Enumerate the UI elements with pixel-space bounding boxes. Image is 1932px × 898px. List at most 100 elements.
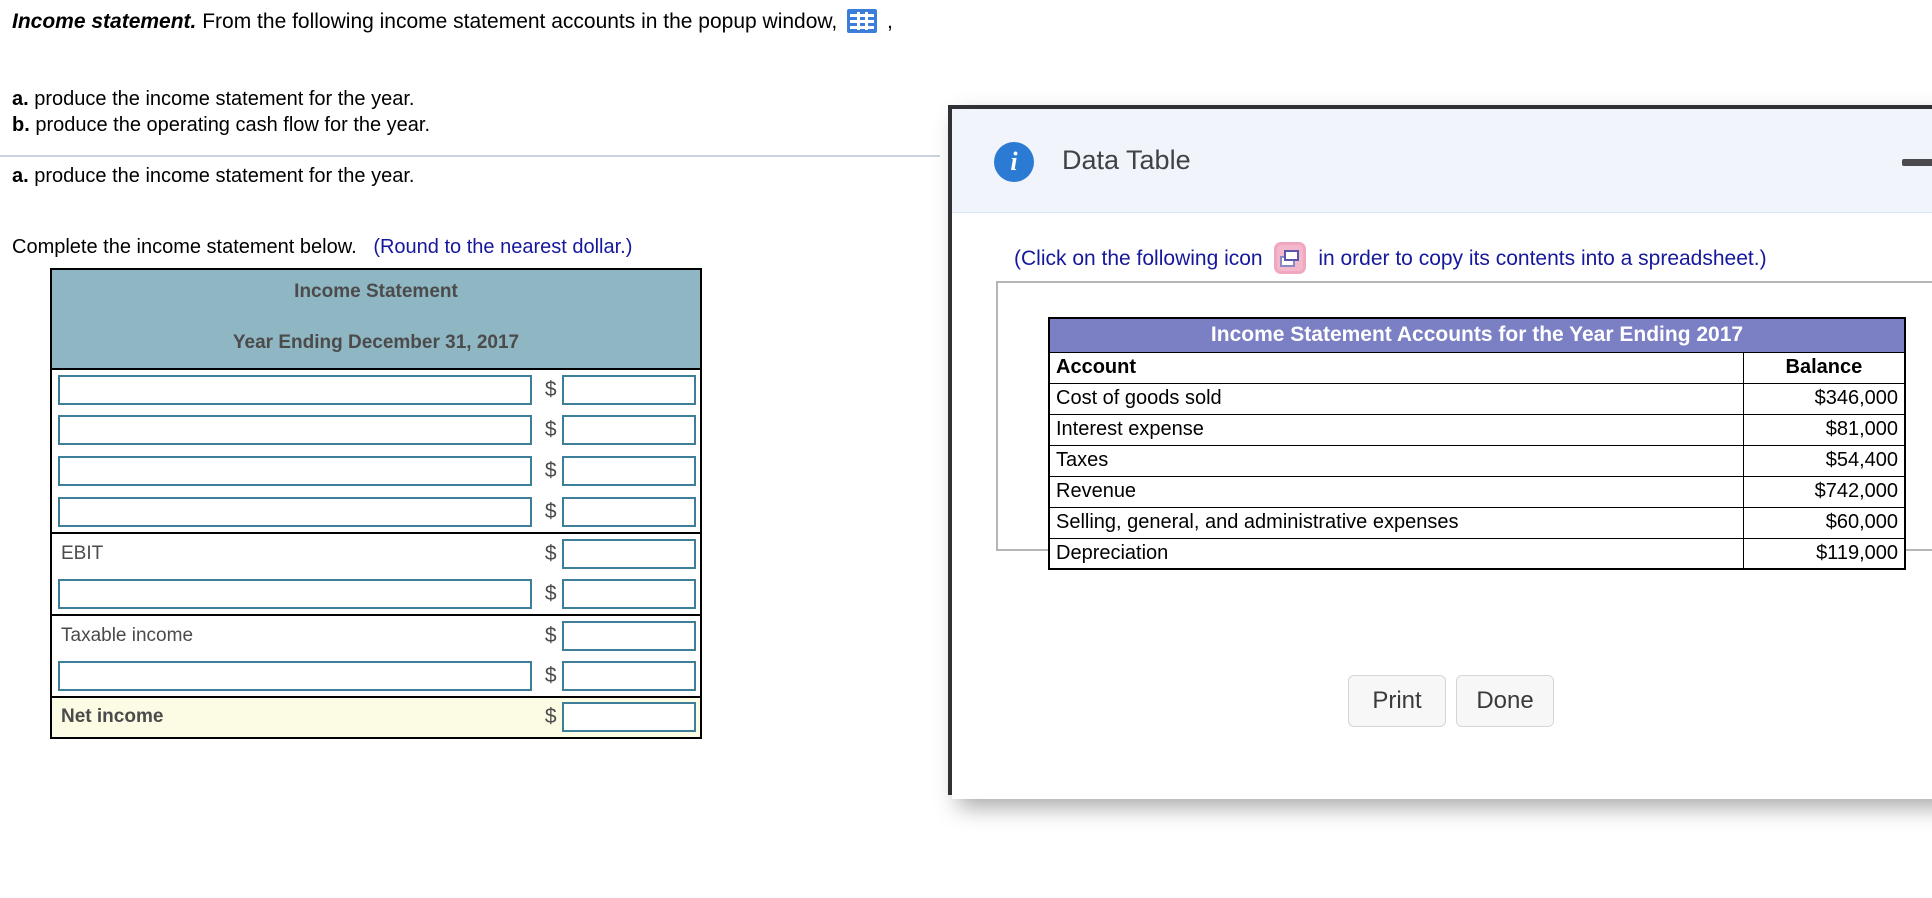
account-balance: $119,000 <box>1742 537 1906 570</box>
account-name: Revenue <box>1048 475 1744 508</box>
account-name: Interest expense <box>1048 413 1744 446</box>
active-part-text: produce the income statement for the yea… <box>34 165 415 187</box>
account-balance: $81,000 <box>1742 413 1906 446</box>
row-2-label-input[interactable] <box>58 415 532 446</box>
row-1-value-input[interactable] <box>561 374 696 405</box>
ebit-label: EBIT <box>61 542 104 564</box>
is-title-line2: Year Ending December 31, 2017 <box>232 331 520 353</box>
row-1-value-cell <box>561 369 701 410</box>
account-balance: $60,000 <box>1742 506 1906 539</box>
prompt-trailing-comma: , <box>886 10 893 33</box>
row-4-value-input[interactable] <box>561 496 696 527</box>
row-2-value-input[interactable] <box>561 415 696 446</box>
row-3-value-cell <box>561 451 701 492</box>
row-4-value-cell <box>561 491 701 534</box>
account-balance: $54,400 <box>1742 444 1906 477</box>
table-row: $ <box>51 655 701 698</box>
data-table-title-row: Income Statement Accounts for the Year E… <box>1048 317 1906 353</box>
problem-lead: Income statement. <box>12 10 197 33</box>
minimize-button[interactable] <box>1902 159 1932 166</box>
row-6-dollar: $ <box>539 573 562 616</box>
copy-to-spreadsheet-icon[interactable] <box>1274 242 1307 274</box>
dialog-header: i Data Table <box>952 109 1932 213</box>
data-table-dialog: i Data Table (Click on the following ico… <box>948 105 1932 799</box>
table-row: $ <box>51 451 701 492</box>
dialog-body: (Click on the following icon in order to… <box>952 213 1932 799</box>
row-3-label-input[interactable] <box>58 456 532 487</box>
table-row: $ <box>51 410 701 451</box>
ebit-value-cell <box>561 533 701 574</box>
table-row-ebit: EBIT $ <box>51 533 701 574</box>
row-6-label-input[interactable] <box>58 578 532 609</box>
row-8-dollar: $ <box>539 655 562 698</box>
row-8-value-input[interactable] <box>561 660 696 691</box>
problem-intro: From the following income statement acco… <box>202 10 838 33</box>
row-1-label-cell <box>51 369 540 410</box>
section-divider <box>0 155 940 157</box>
row-8-value-cell <box>561 655 701 698</box>
done-button[interactable]: Done <box>1456 675 1554 727</box>
net-income-value-input[interactable] <box>561 702 696 733</box>
net-income-label-cell: Net income <box>51 696 540 738</box>
part-b-text: produce the operating cash flow for the … <box>35 114 431 136</box>
table-row: $ <box>51 573 701 616</box>
account-name: Depreciation <box>1048 537 1744 570</box>
rounding-hint: (Round to the nearest dollar.) <box>373 236 633 258</box>
copy-note-after: in order to copy its contents into a spr… <box>1318 247 1767 270</box>
table-row: Selling, general, and administrative exp… <box>1048 506 1906 539</box>
complete-instruction: Complete the income statement below. (Ro… <box>12 236 632 259</box>
data-table-title: Income Statement Accounts for the Year E… <box>1048 317 1906 353</box>
account-name: Taxes <box>1048 444 1744 477</box>
table-row-taxable-income: Taxable income $ <box>51 615 701 656</box>
row-2-value-cell <box>561 410 701 451</box>
table-row-net-income: Net income $ <box>51 696 701 738</box>
income-statement-accounts-table: Income Statement Accounts for the Year E… <box>1048 317 1906 570</box>
account-balance: $346,000 <box>1742 382 1906 415</box>
row-3-dollar: $ <box>544 459 557 483</box>
taxable-income-dollar: $ <box>544 623 557 647</box>
row-4-label-input[interactable] <box>58 496 532 527</box>
row-2-label-cell <box>51 410 540 451</box>
row-4-dollar: $ <box>539 491 562 534</box>
row-1-label-input[interactable] <box>58 374 532 405</box>
taxable-income-label: Taxable income <box>61 624 194 646</box>
taxable-income-value-input[interactable] <box>561 620 696 651</box>
row-6-value-input[interactable] <box>561 578 696 609</box>
table-row: Cost of goods sold $346,000 <box>1048 382 1906 415</box>
row-8-label-input[interactable] <box>58 660 532 691</box>
data-table-header-row: Account Balance <box>1048 351 1906 384</box>
table-row: Depreciation $119,000 <box>1048 537 1906 570</box>
ebit-value-input[interactable] <box>561 538 696 569</box>
income-statement-title: Income Statement Year Ending December 31… <box>51 269 701 370</box>
copy-instruction: (Click on the following icon in order to… <box>1014 242 1767 274</box>
dialog-button-bar: Print Done <box>1348 675 1554 727</box>
active-part-a: a. produce the income statement for the … <box>12 165 414 188</box>
copy-note-before: (Click on the following icon <box>1014 247 1263 270</box>
row-3-label-cell <box>51 451 540 492</box>
info-icon: i <box>994 142 1034 182</box>
print-button[interactable]: Print <box>1348 675 1446 727</box>
table-row: $ <box>51 369 701 410</box>
net-income-value-cell <box>561 696 701 738</box>
account-name: Selling, general, and administrative exp… <box>1048 506 1744 539</box>
screen: Income statement. From the following inc… <box>0 0 1932 898</box>
row-3-value-input[interactable] <box>561 456 696 487</box>
taxable-income-value-cell <box>561 615 701 656</box>
dialog-title: Data Table <box>1062 145 1191 175</box>
part-a-marker: a. <box>12 88 29 110</box>
ebit-label-cell: EBIT <box>51 533 540 574</box>
table-row: Revenue $742,000 <box>1048 475 1906 508</box>
active-part-marker: a. <box>12 165 29 187</box>
account-name: Cost of goods sold <box>1048 382 1744 415</box>
table-row: Interest expense $81,000 <box>1048 413 1906 446</box>
row-1-dollar: $ <box>544 377 557 401</box>
row-2-dollar: $ <box>544 418 557 442</box>
income-statement-form: Income Statement Year Ending December 31… <box>50 268 702 739</box>
row-4-label-cell <box>51 491 540 534</box>
row-8-label-cell <box>51 655 540 698</box>
net-income-dollar: $ <box>539 696 562 738</box>
grid-table-icon[interactable] <box>847 9 878 33</box>
account-balance: $742,000 <box>1742 475 1906 508</box>
ebit-dollar: $ <box>544 541 557 565</box>
column-header-account: Account <box>1048 351 1744 384</box>
